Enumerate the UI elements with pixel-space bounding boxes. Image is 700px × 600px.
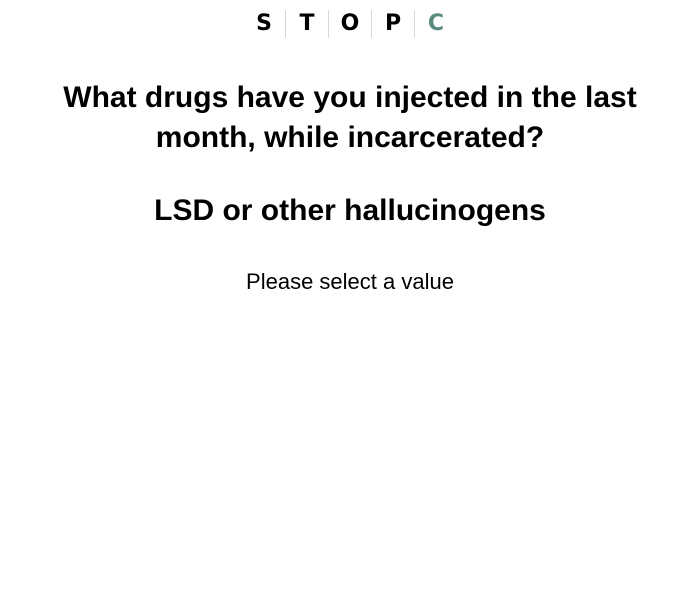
logo-letter-o: O [329,10,372,38]
logo-letter-s: S [243,10,286,38]
logo-letter-p: P [372,10,415,38]
drug-option-label: LSD or other hallucinogens [154,194,546,227]
stopc-logo: S T O P C [0,10,700,38]
logo-letter-c: C [427,11,445,36]
select-value-prompt: Please select a value [246,269,454,294]
question-title: What drugs have you injected in the last… [63,81,637,154]
logo-letter-t: T [286,10,329,38]
